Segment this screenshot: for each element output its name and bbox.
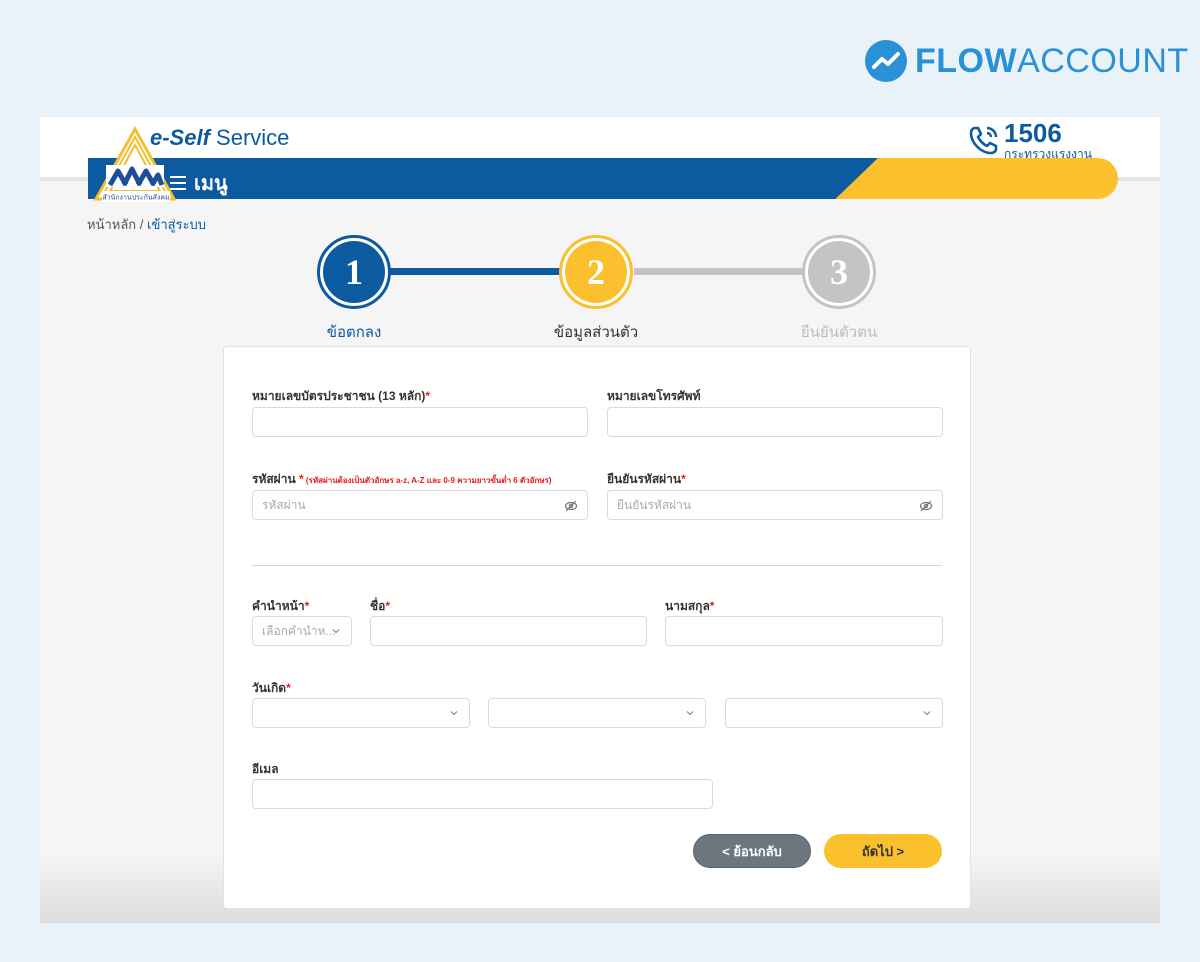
birthdate-label: วันเกิด* [252,681,291,695]
first-name-input[interactable] [370,616,647,646]
password-input[interactable]: รหัสผ่าน [252,490,588,520]
chevron-down-icon [450,711,458,716]
email-label: อีเมล [252,762,279,776]
eself-window: เมนู สำนักงานประกันสังคม e-Self Service … [40,117,1160,923]
step-2: 2 [559,235,633,309]
phone-label: หมายเลขโทรศัพท์ [607,389,701,403]
eye-slash-icon[interactable] [919,499,933,513]
menu-button[interactable]: เมนู [170,167,228,199]
birth-day-select[interactable] [252,698,470,728]
step-connector-2 [634,268,804,275]
id-card-label: หมายเลขบัตรประชาชน (13 หลัก)* [252,389,431,403]
birth-year-select[interactable] [725,698,943,728]
phone-icon [969,126,998,155]
step-2-label: ข้อมูลส่วนตัว [553,324,639,341]
hotline-subtitle: กระทรวงแรงงาน [1004,147,1092,161]
step-connector-1 [390,268,560,275]
last-name-label: นามสกุล* [665,599,715,613]
birth-month-select[interactable] [488,698,706,728]
step-1-number: 1 [323,241,385,303]
confirm-password-placeholder: ยืนยันรหัสผ่าน [617,497,692,512]
form-divider [252,565,942,566]
flowaccount-wordmark: FLOWACCOUNT [915,41,1189,80]
nav-bar: เมนู [88,158,1118,199]
title-label: คำนำหน้า* [252,599,310,613]
sso-logo-caption: สำนักงานประกันสังคม [102,194,169,202]
step-3-number: 3 [808,241,870,303]
confirm-password-label: ยืนยันรหัสผ่าน* [607,472,686,486]
step-1-label: ข้อตกลง [326,324,382,341]
eye-slash-icon[interactable] [564,499,578,513]
email-input[interactable] [252,779,713,809]
phone-input[interactable] [607,407,943,437]
confirm-password-input[interactable]: ยืนยันรหัสผ่าน [607,490,943,520]
chevron-down-icon [686,711,694,716]
step-2-number: 2 [565,241,627,303]
password-placeholder: รหัสผ่าน [262,497,306,512]
flowaccount-logo-icon [865,40,907,82]
title-select-value: เลือกคำนำห... [262,623,336,638]
step-1: 1 [317,235,391,309]
registration-form: หมายเลขบัตรประชาชน (13 หลัก)* หมายเลขโทร… [223,346,971,909]
title-select[interactable]: เลือกคำนำห... [252,616,352,646]
password-hint: (รหัสผ่านต้องเป็นตัวอักษร a-z, A-Z และ 0… [303,476,552,485]
chevron-down-icon [923,711,931,716]
password-label: รหัสผ่าน * (รหัสผ่านต้องเป็นตัวอักษร a-z… [252,472,552,486]
first-name-label: ชื่อ* [370,599,391,613]
flowaccount-brand: FLOWACCOUNT [865,38,1189,84]
step-3-label: ยืนยันตัวตน [800,324,878,341]
breadcrumb: หน้าหลัก / เข้าสู่ระบบ [87,217,207,232]
id-card-input[interactable] [252,407,588,437]
last-name-input[interactable] [665,616,943,646]
back-button[interactable]: < ย้อนกลับ [693,834,811,868]
chevron-down-icon [332,629,340,634]
hotline-number: 1506 [1004,118,1062,148]
step-3: 3 [802,235,876,309]
breadcrumb-current: เข้าสู่ระบบ [147,217,207,232]
hotline[interactable]: 1506 กระทรวงแรงงาน [968,119,1092,161]
breadcrumb-home[interactable]: หน้าหลัก [87,217,136,232]
menu-label: เมนู [194,173,228,195]
next-button[interactable]: ถัดไป > [824,834,942,868]
eself-title: e-Self Service [150,125,290,150]
